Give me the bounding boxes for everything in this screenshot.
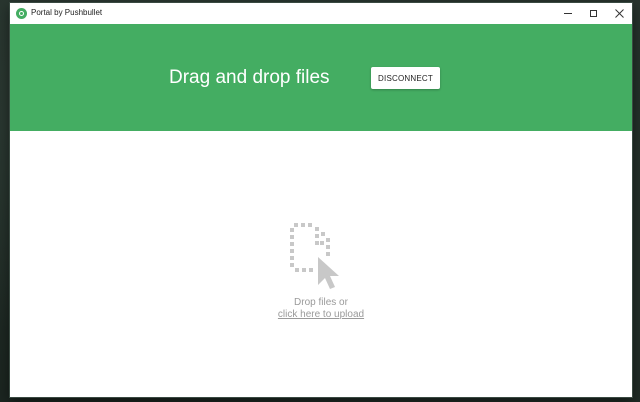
- maximize-icon: [589, 10, 597, 17]
- window-title: Portal by Pushbullet: [31, 8, 103, 17]
- app-window: Portal by Pushbullet Drag and drop files…: [10, 3, 632, 397]
- close-button[interactable]: [604, 3, 634, 24]
- minimize-icon: [564, 13, 572, 14]
- page-title: Drag and drop files: [169, 67, 330, 88]
- drop-zone[interactable]: Drop files or click here to upload: [10, 131, 632, 397]
- close-icon: [614, 9, 624, 18]
- file-drop-icon: [290, 223, 339, 289]
- header-banner: Drag and drop files DISCONNECT: [10, 24, 632, 131]
- title-bar[interactable]: Portal by Pushbullet: [10, 3, 632, 24]
- disconnect-button[interactable]: DISCONNECT: [371, 67, 440, 89]
- pushbullet-logo-icon: [16, 8, 27, 19]
- upload-link[interactable]: click here to upload: [10, 309, 632, 321]
- drop-instruction: Drop files or: [294, 297, 348, 308]
